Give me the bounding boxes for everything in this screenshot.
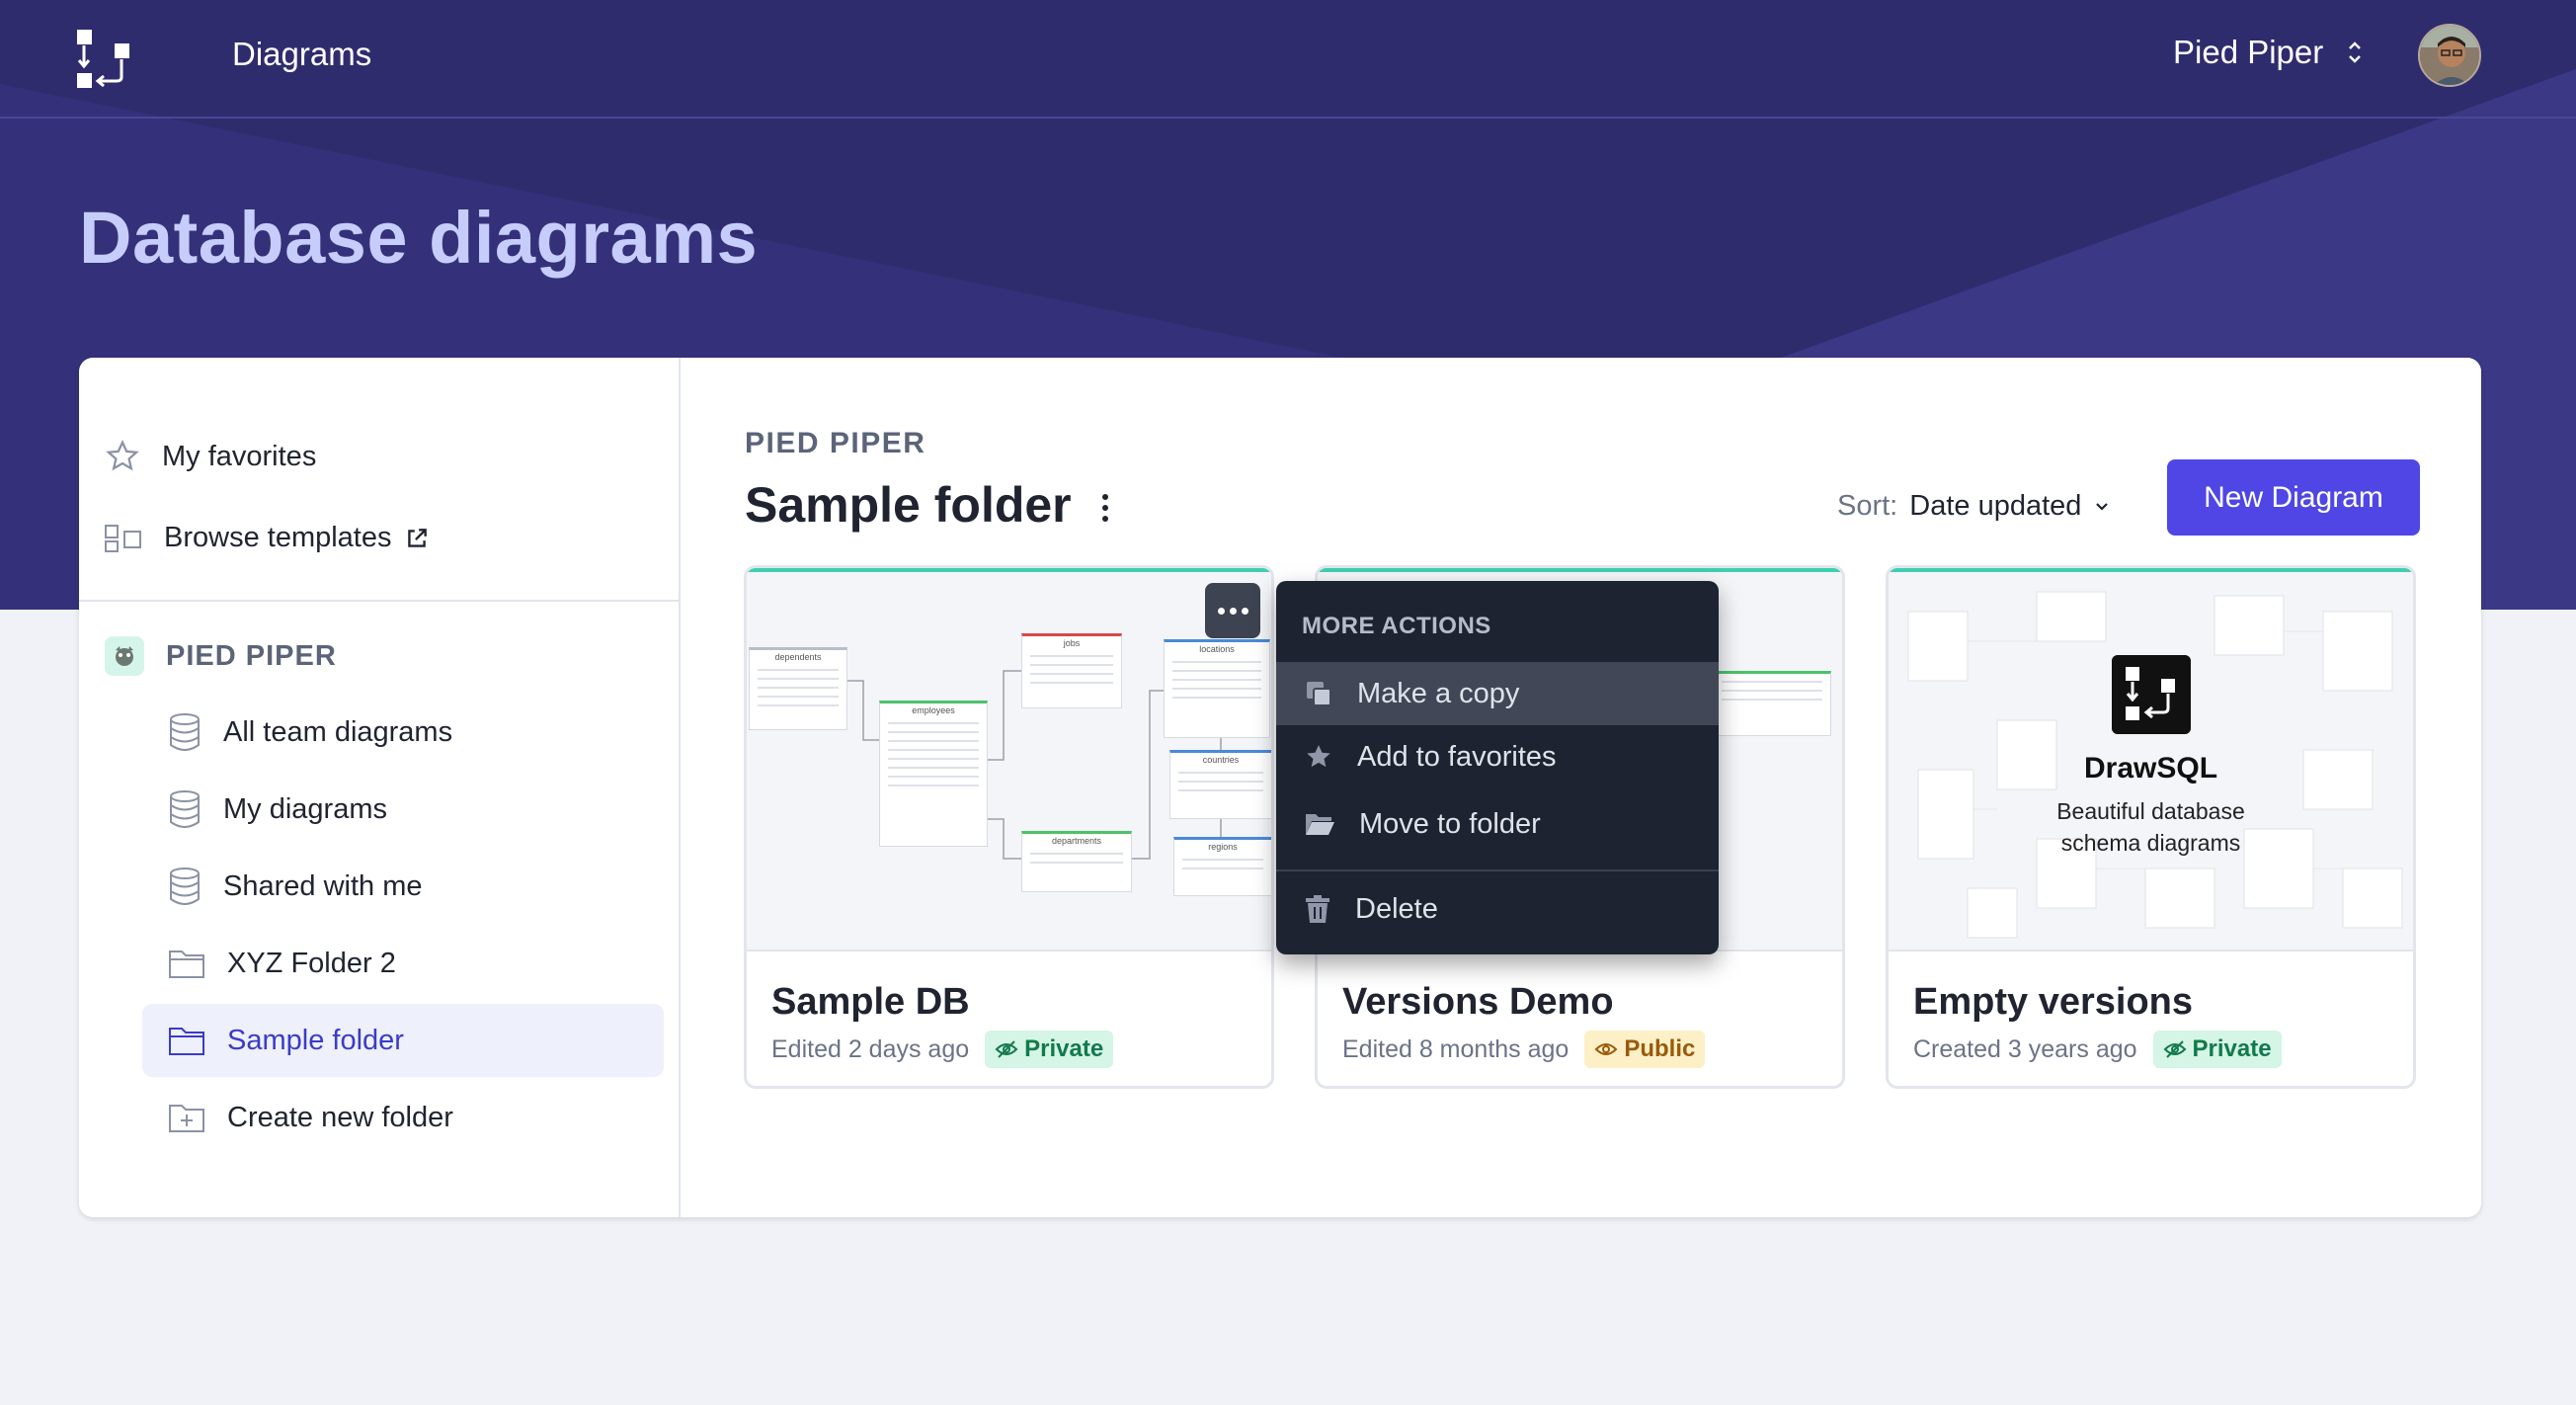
sidebar-item-shared-with-me[interactable]: Shared with me [142, 850, 664, 923]
sort-label: Sort: [1837, 490, 1898, 522]
more-actions-menu: MORE ACTIONS Make a copy Add to favorite… [1276, 581, 1719, 954]
content-team-name: PIED PIPER [745, 427, 926, 459]
sidebar-item-label: My diagrams [223, 792, 387, 825]
external-link-icon [407, 528, 427, 547]
sidebar-team-header: PIED PIPER [105, 636, 337, 676]
card-edited-time: Edited 2 days ago [771, 1034, 970, 1063]
kebab-dot [1102, 505, 1108, 511]
diagram-thumbnail: dependents employees jobs locations coun… [747, 572, 1271, 951]
sort-dropdown[interactable]: Sort: Date updated [1837, 490, 2111, 523]
thumb-table [1713, 671, 1831, 736]
card-meta: Edited 2 days ago Private [771, 1031, 1114, 1068]
card-meta: Created 3 years ago Private [1913, 1031, 2282, 1068]
visibility-badge: Private [2152, 1031, 2282, 1068]
dot [1217, 607, 1225, 615]
sidebar-team-name: PIED PIPER [166, 639, 337, 672]
templates-icon [105, 524, 141, 552]
thumb-relations [847, 670, 1222, 860]
card-meta: Edited 8 months ago Public [1342, 1031, 1706, 1068]
app-logo-icon[interactable] [77, 30, 132, 89]
sidebar-item-label: XYZ Folder 2 [227, 947, 396, 979]
chevron-up-down-icon [2349, 41, 2362, 63]
menu-heading: MORE ACTIONS [1302, 613, 1491, 639]
sidebar-templates-label: Browse templates [164, 522, 392, 553]
drawsql-tagline-line: schema diagrams [2060, 830, 2241, 856]
drawsql-tagline: Beautiful database schema diagrams [1889, 795, 2413, 859]
menu-item-add-favorites[interactable]: Add to favorites [1276, 725, 1719, 788]
team-switcher[interactable]: Pied Piper [2173, 34, 2363, 71]
card-title: Sample DB [771, 981, 970, 1023]
dot [1229, 607, 1237, 615]
card-edited-time: Edited 8 months ago [1342, 1034, 1570, 1063]
visibility-badge: Private [985, 1031, 1114, 1068]
folder-options-button[interactable] [1090, 488, 1120, 528]
card-title: Empty versions [1913, 981, 2193, 1023]
top-navbar: Diagrams Pied Piper [0, 0, 2576, 119]
kebab-dot [1102, 494, 1108, 500]
kebab-dot [1102, 516, 1108, 522]
sidebar-item-create-new-folder[interactable]: Create new folder [142, 1081, 664, 1154]
sidebar: My favorites Browse templates PIED PIPER… [79, 358, 681, 1217]
sidebar-templates-link[interactable]: Browse templates [105, 522, 430, 554]
copy-icon [1307, 682, 1331, 706]
menu-item-delete[interactable]: Delete [1276, 877, 1719, 941]
sidebar-item-label: Shared with me [223, 869, 423, 902]
sidebar-item-label: Sample folder [227, 1024, 404, 1056]
card-edited-time: Created 3 years ago [1913, 1034, 2137, 1063]
menu-item-make-copy[interactable]: Make a copy [1276, 662, 1719, 725]
eye-off-icon [995, 1040, 1018, 1058]
brand-link[interactable]: Diagrams [232, 36, 371, 73]
visibility-badge-label: Private [1024, 1035, 1104, 1062]
chevron-down-icon [2096, 502, 2109, 511]
menu-item-move-folder[interactable]: Move to folder [1276, 792, 1719, 856]
folder-open-icon [1306, 814, 1334, 835]
user-avatar[interactable] [2418, 24, 2481, 87]
main-panel: My favorites Browse templates PIED PIPER… [79, 358, 2481, 1217]
sidebar-divider [79, 600, 681, 602]
menu-item-label: Make a copy [1357, 677, 1520, 709]
visibility-badge-label: Public [1624, 1035, 1696, 1062]
visibility-badge: Public [1584, 1031, 1706, 1068]
card-title: Versions Demo [1342, 981, 1614, 1023]
trash-icon [1306, 895, 1329, 923]
menu-item-label: Move to folder [1359, 807, 1541, 840]
sidebar-item-all-team-diagrams[interactable]: All team diagrams [142, 696, 664, 769]
new-diagram-button[interactable]: New Diagram [2167, 459, 2420, 536]
menu-item-label: Add to favorites [1357, 740, 1557, 773]
diagram-card-empty-versions[interactable]: DrawSQL Beautiful database schema diagra… [1886, 565, 2416, 1089]
sidebar-item-xyz-folder-2[interactable]: XYZ Folder 2 [142, 927, 664, 1000]
folder-plus-icon [169, 1105, 204, 1132]
eye-off-icon [2163, 1040, 2186, 1058]
drawsql-name: DrawSQL [2083, 752, 2218, 785]
drawsql-logo-icon [2112, 655, 2191, 734]
diagram-card-sample-db[interactable]: dependents employees jobs locations coun… [744, 565, 1274, 1089]
dot [1241, 607, 1248, 615]
star-solid-icon [1307, 745, 1330, 768]
sidebar-favorites-link[interactable]: My favorites [105, 439, 316, 474]
team-switcher-label: Pied Piper [2173, 34, 2324, 70]
database-icon [170, 868, 200, 905]
folder-icon [169, 1028, 204, 1055]
card-more-actions-button[interactable] [1205, 583, 1260, 638]
eye-icon [1594, 1043, 1618, 1055]
database-icon [170, 790, 200, 828]
diagram-thumbnail: DrawSQL Beautiful database schema diagra… [1889, 572, 2413, 951]
sidebar-item-sample-folder[interactable]: Sample folder [142, 1004, 664, 1077]
database-icon [170, 713, 200, 751]
sidebar-favorites-label: My favorites [162, 440, 317, 472]
team-logo-icon [105, 636, 144, 676]
sidebar-item-label: Create new folder [227, 1101, 453, 1133]
sort-value: Date updated [1909, 490, 2082, 522]
sidebar-item-my-diagrams[interactable]: My diagrams [142, 773, 664, 846]
drawsql-tagline-line: Beautiful database [2056, 798, 2245, 824]
menu-item-label: Delete [1355, 892, 1438, 925]
folder-title: Sample folder [745, 477, 1072, 533]
sidebar-item-label: All team diagrams [223, 715, 453, 748]
user-avatar-icon [2420, 26, 2479, 85]
page-title: Database diagrams [79, 197, 759, 279]
star-icon [106, 440, 139, 471]
folder-icon [169, 950, 204, 978]
menu-divider [1276, 869, 1719, 871]
visibility-badge-label: Private [2192, 1035, 2272, 1062]
